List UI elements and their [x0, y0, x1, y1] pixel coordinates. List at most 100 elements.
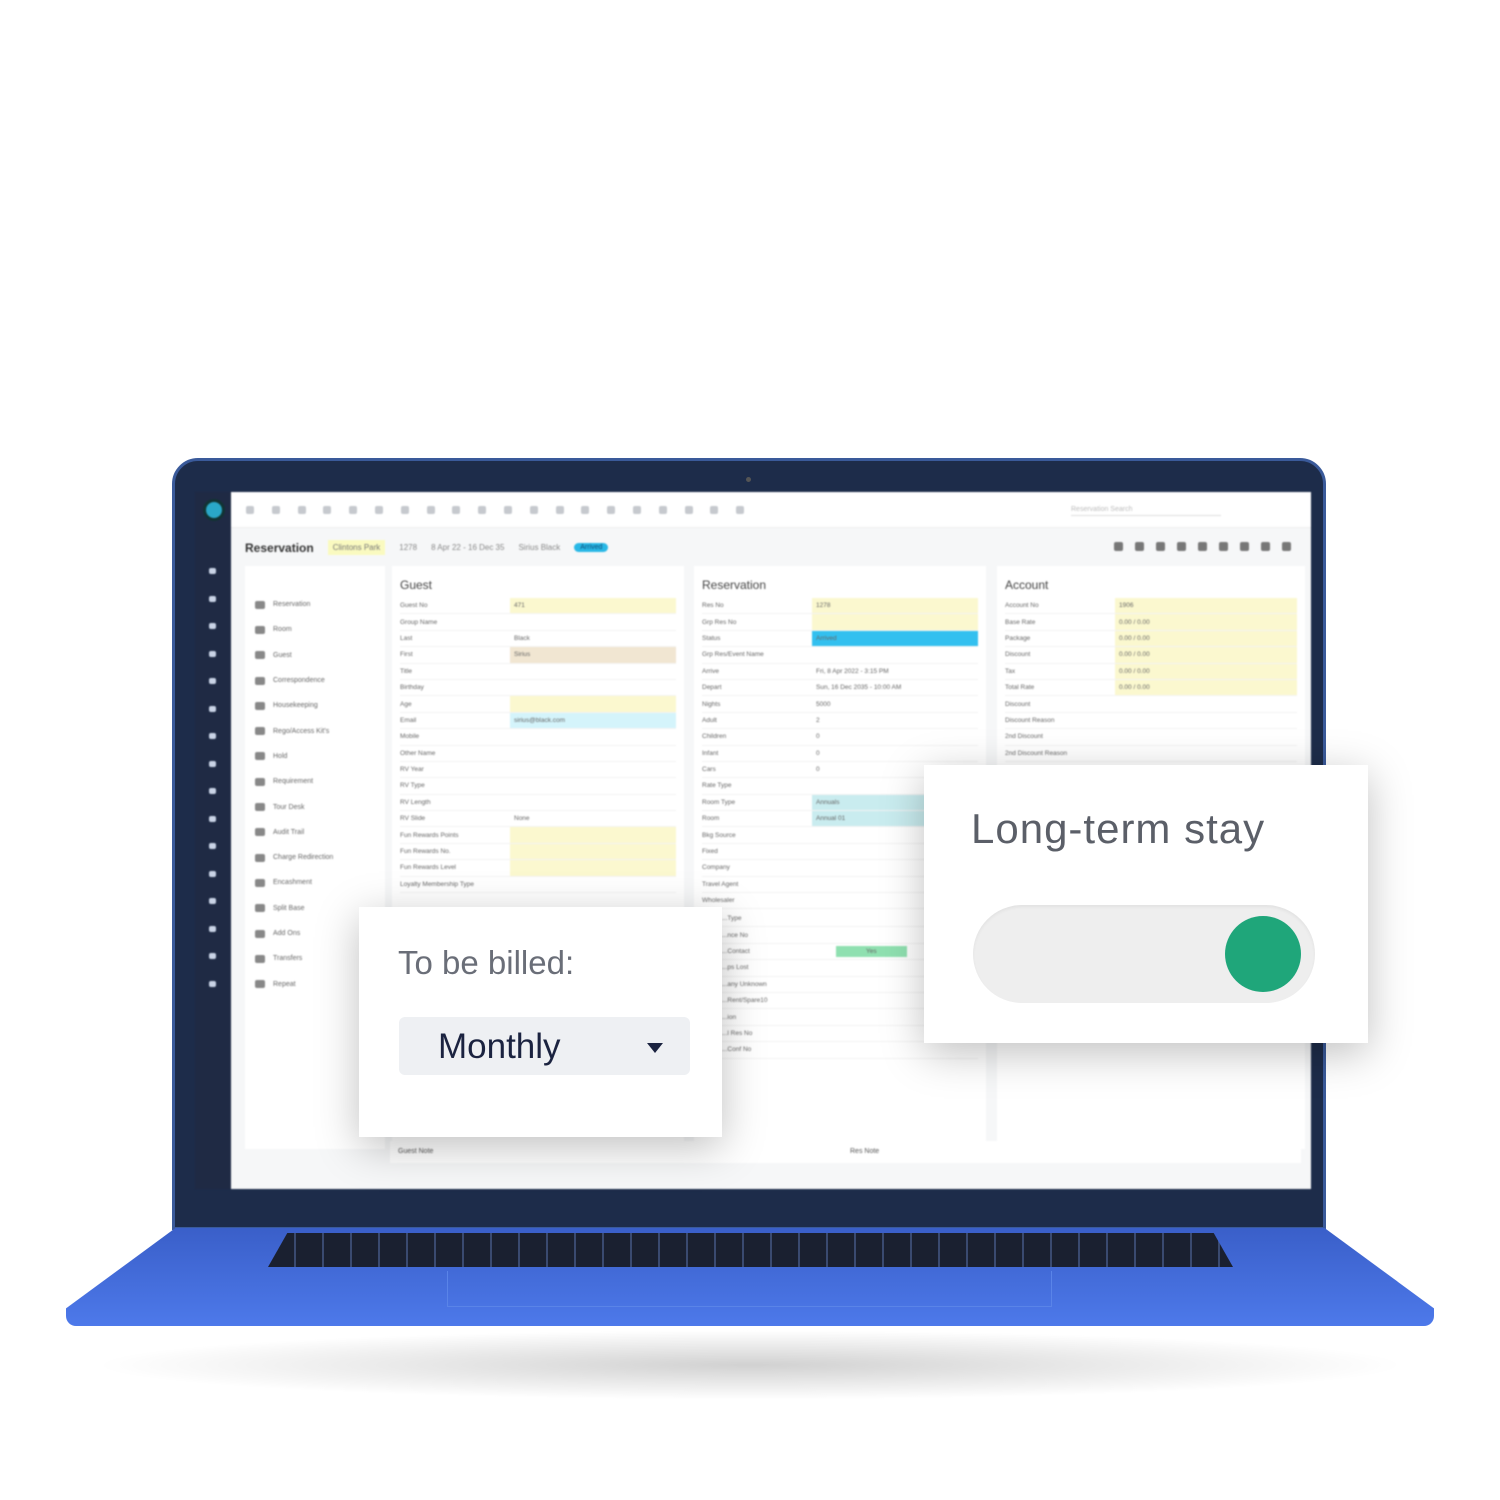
field-value[interactable] — [832, 1042, 978, 1057]
sidebar-nav-icon[interactable] — [209, 678, 216, 684]
field-value[interactable] — [510, 827, 676, 843]
menu-item[interactable]: Hold — [255, 744, 385, 769]
field-value[interactable]: Sirius — [510, 647, 676, 663]
field-value[interactable] — [1115, 746, 1297, 761]
field-value[interactable] — [510, 795, 676, 810]
sidebar-nav-icon[interactable] — [209, 953, 216, 959]
field-value[interactable]: 0.00 / 0.00 — [1115, 647, 1297, 663]
toolbar-icon[interactable] — [633, 506, 641, 514]
toolbar-icon[interactable] — [504, 506, 512, 514]
long-term-stay-toggle[interactable] — [973, 905, 1315, 1003]
toolbar-icon[interactable] — [271, 506, 280, 514]
toolbar-icon[interactable] — [375, 506, 383, 514]
field-value[interactable] — [510, 680, 676, 695]
menu-item[interactable]: Encashment — [255, 870, 385, 895]
menu-item[interactable]: Requirement — [255, 769, 385, 794]
sidebar-nav-icon[interactable] — [209, 815, 216, 822]
field-value[interactable]: 0.00 / 0.00 — [1115, 614, 1297, 630]
calendar-icon[interactable] — [1240, 542, 1249, 551]
field-value[interactable] — [812, 647, 978, 662]
toolbar-icon[interactable] — [581, 506, 590, 514]
copy-icon[interactable] — [1219, 542, 1228, 551]
field-value[interactable] — [510, 664, 676, 679]
toolbar-icon[interactable] — [710, 506, 719, 514]
field-value[interactable] — [1115, 713, 1297, 728]
field-value[interactable] — [510, 843, 676, 860]
calendar-lock-icon[interactable] — [1261, 542, 1270, 551]
toolbar-icon[interactable] — [297, 506, 306, 514]
sidebar-nav-icon[interactable] — [209, 843, 216, 849]
field-value[interactable]: 0.00 / 0.00 — [1115, 679, 1297, 696]
edit-icon[interactable] — [1135, 542, 1144, 551]
field-value[interactable] — [1115, 729, 1297, 744]
menu-item[interactable]: Room — [255, 617, 385, 642]
field-value[interactable] — [510, 860, 676, 876]
menu-item[interactable]: Guest — [255, 643, 385, 668]
toolbar-icon[interactable] — [400, 506, 409, 514]
field-value[interactable]: 0 — [812, 729, 978, 744]
toolbar-icon[interactable] — [684, 506, 693, 514]
billing-frequency-select[interactable]: Monthly — [399, 1017, 690, 1075]
field-value[interactable]: 0.00 / 0.00 — [1115, 663, 1297, 679]
toggle-knob[interactable] — [1225, 916, 1301, 992]
field-value[interactable]: None — [510, 811, 676, 826]
toolbar-icon[interactable] — [607, 506, 616, 514]
res-note-tab[interactable]: Res Note — [850, 1148, 879, 1155]
menu-item[interactable]: Tour Desk — [255, 794, 385, 819]
sidebar-nav-icon[interactable] — [209, 650, 216, 657]
sidebar-nav-icon[interactable] — [209, 733, 216, 739]
property-select[interactable]: Clintons Park — [327, 540, 386, 555]
field-value[interactable]: Arrived — [812, 630, 978, 647]
field-value[interactable] — [510, 762, 676, 777]
field-value[interactable]: 0.00 / 0.00 — [1115, 630, 1297, 647]
menu-item[interactable]: Rego/Access Kit's — [255, 718, 385, 743]
field-value[interactable] — [510, 778, 676, 793]
reservation-search-input[interactable]: Reservation Search — [1071, 506, 1221, 516]
sidebar-nav-icon[interactable] — [209, 980, 216, 987]
field-value[interactable]: 471 — [510, 598, 676, 614]
close-icon[interactable] — [1282, 542, 1291, 551]
toolbar-icon[interactable] — [349, 506, 358, 514]
field-value[interactable]: 0 — [812, 746, 978, 761]
field-value[interactable] — [812, 614, 978, 630]
field-value[interactable] — [510, 729, 676, 744]
checkout-icon[interactable] — [1177, 542, 1186, 551]
field-value[interactable]: 2 — [812, 713, 978, 728]
guest-note-tab[interactable]: Guest Note — [398, 1148, 433, 1155]
settings-icon[interactable] — [1114, 542, 1123, 551]
sidebar-nav-icon[interactable] — [209, 595, 216, 602]
field-value[interactable]: sirius@black.com — [510, 712, 676, 729]
sidebar-nav-icon[interactable] — [209, 898, 216, 904]
field-value[interactable]: Black — [510, 631, 676, 646]
field-value[interactable]: Fri, 8 Apr 2022 - 3:15 PM — [812, 664, 978, 679]
sidebar-nav-icon[interactable] — [209, 788, 216, 794]
field-value[interactable] — [510, 746, 676, 761]
toolbar-icon[interactable] — [246, 506, 254, 514]
menu-item[interactable]: Housekeeping — [255, 693, 385, 718]
app-logo[interactable] — [203, 499, 225, 521]
sidebar-nav-icon[interactable] — [209, 623, 216, 629]
sidebar-nav-icon[interactable] — [209, 925, 216, 932]
toolbar-icon[interactable] — [736, 506, 745, 514]
field-value[interactable]: 1278 — [812, 598, 978, 614]
toolbar-icon[interactable] — [658, 506, 667, 514]
toolbar-icon[interactable] — [452, 506, 461, 514]
field-value[interactable]: Sun, 16 Dec 2035 - 10:00 AM — [812, 680, 978, 695]
menu-item[interactable]: Correspondence — [255, 668, 385, 693]
toolbar-icon[interactable] — [529, 506, 538, 514]
menu-item[interactable]: Reservation — [255, 592, 385, 617]
toolbar-icon[interactable] — [426, 506, 435, 514]
toolbar-icon[interactable] — [478, 506, 487, 514]
sidebar-nav-icon[interactable] — [209, 568, 216, 574]
field-value[interactable] — [510, 877, 676, 892]
tool-icon[interactable] — [1156, 542, 1165, 551]
menu-item[interactable]: Audit Trail — [255, 820, 385, 845]
sidebar-nav-icon[interactable] — [209, 760, 216, 767]
field-value[interactable] — [510, 614, 676, 629]
toolbar-icon[interactable] — [323, 506, 332, 514]
cloud-icon[interactable] — [1198, 542, 1207, 551]
field-value[interactable] — [1115, 696, 1297, 711]
field-value[interactable]: 5000 — [812, 696, 978, 711]
sidebar-nav-icon[interactable] — [209, 705, 216, 712]
menu-item[interactable]: Charge Redirection — [255, 845, 385, 870]
